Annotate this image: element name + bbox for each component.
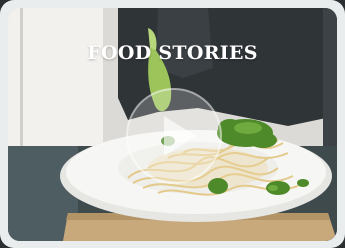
play-icon xyxy=(164,116,196,156)
video-player[interactable]: FOOD STORIES xyxy=(8,8,337,241)
video-card-outer: FOOD STORIES xyxy=(0,0,345,248)
play-button[interactable] xyxy=(126,88,222,184)
video-title: FOOD STORIES xyxy=(87,42,258,64)
